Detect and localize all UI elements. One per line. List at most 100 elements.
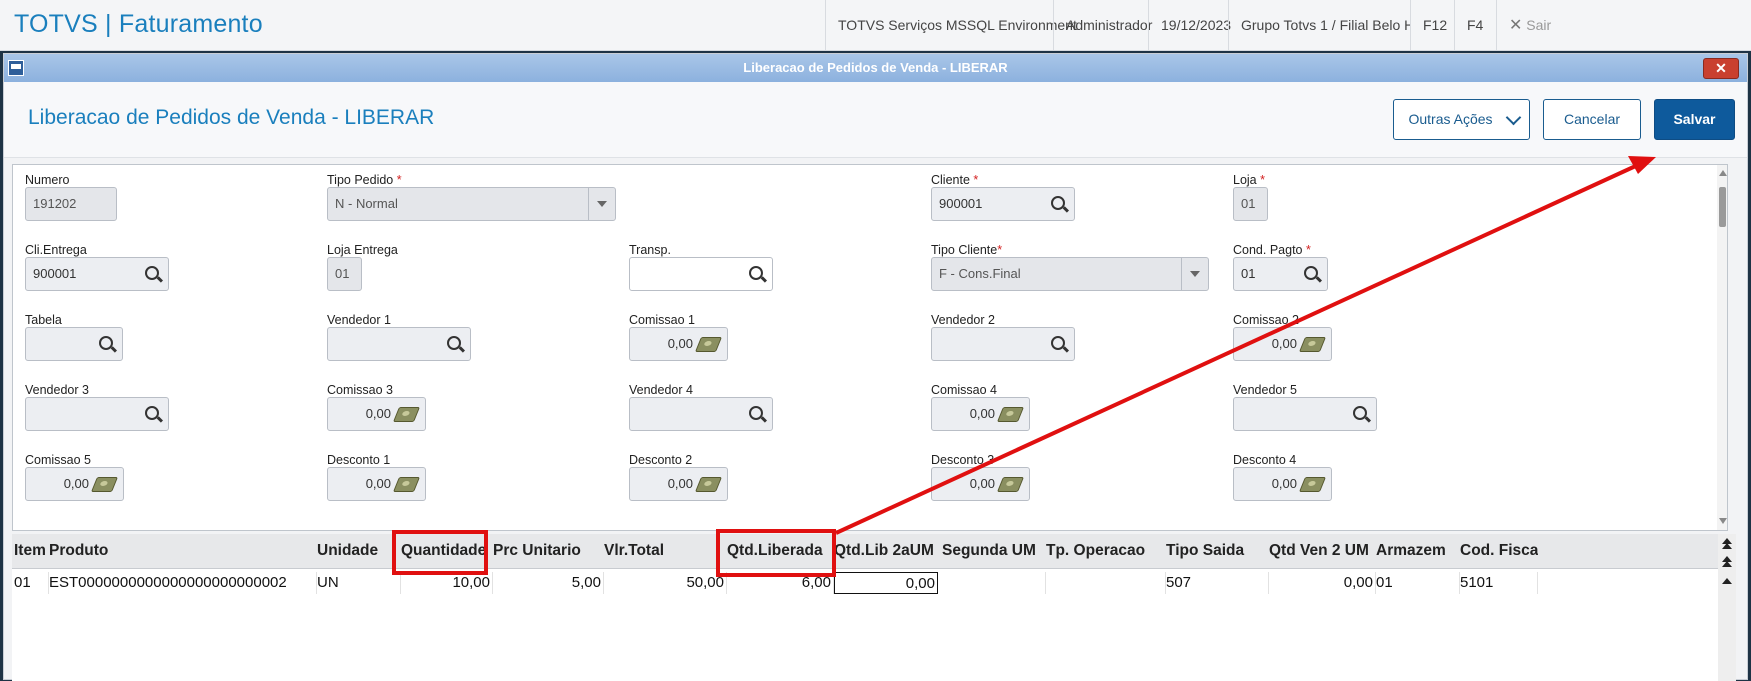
- vendedor5-label: Vendedor 5: [1233, 383, 1297, 397]
- cell-cod-fiscal[interactable]: 5101: [1460, 572, 1538, 594]
- scroll-top-icon[interactable]: [1721, 538, 1733, 553]
- vendedor1-field[interactable]: [327, 327, 471, 361]
- search-icon[interactable]: [447, 336, 461, 350]
- page-title: Liberacao de Pedidos de Venda - LIBERAR: [28, 106, 435, 129]
- col-header-armazem[interactable]: Armazem: [1376, 534, 1446, 568]
- vendedor4-field[interactable]: [629, 397, 773, 431]
- col-header-vlr-total[interactable]: Vlr.Total: [604, 534, 664, 568]
- cell-prc-unitario[interactable]: 5,00: [493, 572, 604, 594]
- col-header-tp-operacao[interactable]: Tp. Operacao: [1046, 534, 1145, 568]
- scroll-down-icon[interactable]: [1719, 518, 1727, 524]
- tabela-field[interactable]: [25, 327, 123, 361]
- money-icon[interactable]: [392, 477, 421, 492]
- desconto3-field[interactable]: 0,00: [931, 467, 1030, 501]
- desconto2-field[interactable]: 0,00: [629, 467, 728, 501]
- money-icon[interactable]: [694, 337, 723, 352]
- cli-entrega-field[interactable]: 900001: [25, 257, 169, 291]
- col-header-produto[interactable]: Produto: [49, 534, 108, 568]
- scroll-up-icon[interactable]: [1719, 170, 1727, 176]
- col-header-cod-fiscal[interactable]: Cod. Fisca: [1460, 534, 1538, 568]
- col-header-qtd-lib-2aum[interactable]: Qtd.Lib 2aUM: [834, 534, 934, 568]
- search-icon[interactable]: [1051, 336, 1065, 350]
- scroll-thumb[interactable]: [1719, 187, 1726, 227]
- desconto4-field[interactable]: 0,00: [1233, 467, 1332, 501]
- search-icon[interactable]: [749, 266, 763, 280]
- window-titlebar[interactable]: Liberacao de Pedidos de Venda - LIBERAR …: [4, 54, 1747, 83]
- branch-label[interactable]: Grupo Totvs 1 / Filial Belo Hor: [1228, 0, 1410, 50]
- numero-field[interactable]: 191202: [25, 187, 117, 221]
- money-icon[interactable]: [996, 407, 1025, 422]
- cell-produto[interactable]: EST0000000000000000000000002: [49, 572, 317, 594]
- search-icon[interactable]: [145, 266, 159, 280]
- tipo-cliente-select[interactable]: F - Cons.Final: [931, 257, 1209, 291]
- f4-button[interactable]: F4: [1454, 0, 1496, 50]
- close-icon[interactable]: ✕: [1703, 58, 1739, 79]
- cell-quantidade[interactable]: 10,00: [401, 572, 493, 594]
- tipo-pedido-select[interactable]: N - Normal: [327, 187, 616, 221]
- search-icon[interactable]: [99, 336, 113, 350]
- desconto1-label: Desconto 1: [327, 453, 391, 467]
- order-form: Numero 191202 Tipo Pedido * N - Normal 9…: [12, 164, 1728, 531]
- cliente-field[interactable]: 900001: [931, 187, 1075, 221]
- search-icon[interactable]: [1353, 406, 1367, 420]
- user-label[interactable]: Administrador: [1053, 0, 1152, 50]
- search-icon[interactable]: [145, 406, 159, 420]
- cell-unidade[interactable]: UN: [317, 572, 401, 594]
- comissao1-field[interactable]: 0,00: [629, 327, 728, 361]
- cond-pagto-field[interactable]: 01: [1233, 257, 1328, 291]
- save-button[interactable]: Salvar: [1654, 99, 1735, 140]
- money-icon[interactable]: [1298, 337, 1327, 352]
- chevron-down-icon[interactable]: [588, 188, 615, 220]
- top-bar: TOTVS | Faturamento TOTVS Serviços MSSQL…: [0, 0, 1751, 51]
- comissao4-field[interactable]: 0,00: [931, 397, 1030, 431]
- cli-entrega-label: Cli.Entrega: [25, 243, 87, 257]
- f12-button[interactable]: F12: [1410, 0, 1454, 50]
- outras-acoes-button[interactable]: Outras Ações: [1393, 99, 1530, 140]
- cell-tp-operacao[interactable]: [1046, 572, 1166, 594]
- money-icon[interactable]: [1298, 477, 1327, 492]
- desconto4-label: Desconto 4: [1233, 453, 1297, 467]
- search-icon[interactable]: [749, 406, 763, 420]
- cell-vlr-total[interactable]: 50,00: [604, 572, 727, 594]
- col-header-segunda-um[interactable]: Segunda UM: [942, 534, 1036, 568]
- cell-qtd-lib-2aum[interactable]: 0,00: [834, 572, 938, 594]
- cell-tipo-saida[interactable]: 507: [1166, 572, 1269, 594]
- desconto1-field[interactable]: 0,00: [327, 467, 426, 501]
- col-header-tipo-saida[interactable]: Tipo Saida: [1166, 534, 1244, 568]
- vendedor3-field[interactable]: [25, 397, 169, 431]
- cell-armazem[interactable]: 01: [1376, 572, 1460, 594]
- money-icon[interactable]: [694, 477, 723, 492]
- col-header-prc-unitario[interactable]: Prc Unitario: [493, 534, 581, 568]
- loja-field[interactable]: 01: [1233, 187, 1268, 221]
- col-header-unidade[interactable]: Unidade: [317, 534, 378, 568]
- chevron-down-icon[interactable]: [1181, 258, 1208, 290]
- comissao5-field[interactable]: 0,00: [25, 467, 124, 501]
- transp-field[interactable]: [629, 257, 773, 291]
- loja-entrega-label: Loja Entrega: [327, 243, 398, 257]
- money-icon[interactable]: [392, 407, 421, 422]
- vendedor5-field[interactable]: [1233, 397, 1377, 431]
- col-header-item[interactable]: Item: [14, 534, 46, 568]
- vendedor2-field[interactable]: [931, 327, 1075, 361]
- comissao2-field[interactable]: 0,00: [1233, 327, 1332, 361]
- comissao3-field[interactable]: 0,00: [327, 397, 426, 431]
- money-icon[interactable]: [996, 477, 1025, 492]
- scroll-up-icon[interactable]: [1721, 576, 1733, 588]
- vendedor3-label: Vendedor 3: [25, 383, 89, 397]
- cell-qtd-ven-2um[interactable]: 0,00: [1269, 572, 1376, 594]
- window-title: Liberacao de Pedidos de Venda - LIBERAR: [743, 60, 1008, 75]
- search-icon[interactable]: [1051, 196, 1065, 210]
- col-header-qtd-ven-2um[interactable]: Qtd Ven 2 UM: [1269, 534, 1369, 568]
- date-label[interactable]: 19/12/2023: [1148, 0, 1231, 50]
- search-icon[interactable]: [1304, 266, 1318, 280]
- money-icon[interactable]: [90, 477, 119, 492]
- dialog-window: Liberacao de Pedidos de Venda - LIBERAR …: [3, 53, 1748, 681]
- cell-item[interactable]: 01: [14, 572, 49, 594]
- loja-entrega-field[interactable]: 01: [327, 257, 362, 291]
- cancel-button[interactable]: Cancelar: [1543, 99, 1641, 140]
- cell-segunda-um[interactable]: [938, 572, 1046, 594]
- scroll-page-up-icon[interactable]: [1721, 556, 1733, 571]
- form-scrollbar[interactable]: [1717, 165, 1727, 530]
- grid-scrollbar[interactable]: [1718, 534, 1736, 681]
- exit-button[interactable]: ✕ Sair: [1496, 0, 1563, 50]
